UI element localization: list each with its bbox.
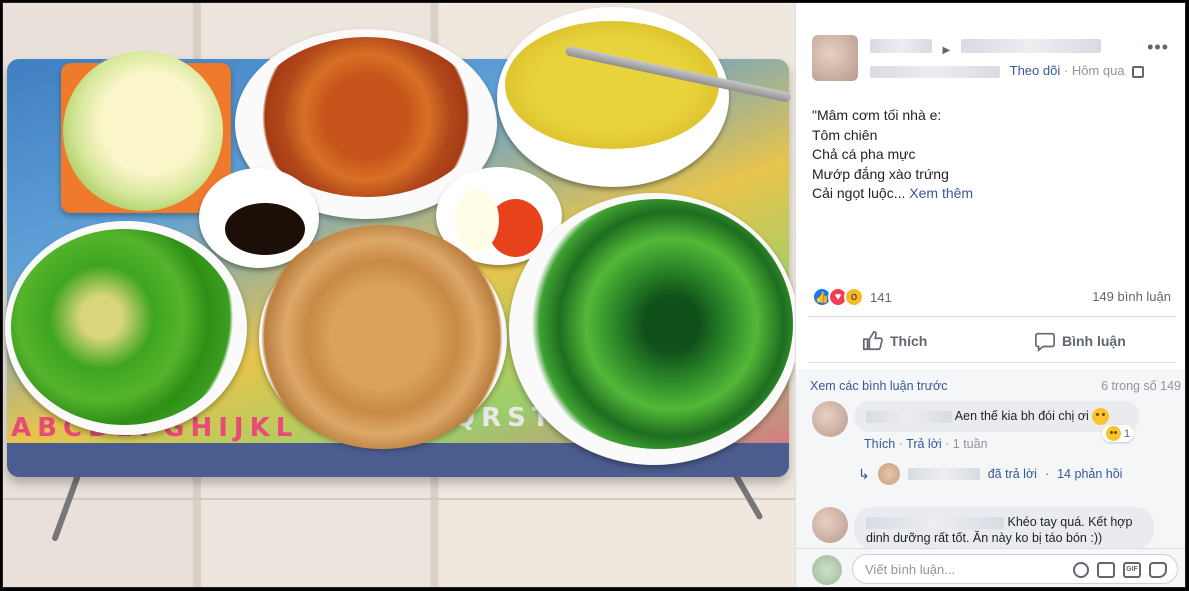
commenter-name-obscured[interactable] bbox=[866, 516, 1004, 529]
comment-reaction-count: 1 bbox=[1124, 427, 1131, 440]
comment-input-icons: GIF bbox=[1073, 562, 1167, 578]
public-icon bbox=[1132, 65, 1145, 78]
comment-text: Aen thế kia bh đói chị ơi bbox=[954, 409, 1089, 423]
table-leg bbox=[51, 474, 81, 542]
gif-icon[interactable]: GIF bbox=[1123, 562, 1141, 578]
comment-bubble: Khéo tay quá. Kết hợp dinh dưỡng rất tốt… bbox=[854, 507, 1154, 549]
separator-dot: · bbox=[1044, 467, 1050, 481]
post-line: Mướp đắng xào trứng bbox=[812, 165, 949, 182]
comment-button[interactable]: Bình luận bbox=[1034, 323, 1126, 359]
post-panel: ▶ Theo dõi · Hôm qua ••• "Mâm cơm tối nh… bbox=[795, 3, 1185, 587]
post-line: "Mâm cơm tối nhà e: bbox=[812, 107, 942, 123]
author-avatar[interactable] bbox=[812, 35, 858, 81]
divider bbox=[808, 362, 1176, 363]
meta-separator: · bbox=[1063, 63, 1069, 78]
commenter-name-obscured[interactable] bbox=[866, 410, 952, 423]
see-more-link[interactable]: Xem thêm bbox=[909, 185, 973, 201]
replied-label: đã trả lời bbox=[987, 467, 1037, 481]
comment-like-link[interactable]: Thích bbox=[864, 437, 895, 451]
comment-count-link[interactable]: 149 bình luận bbox=[1092, 289, 1171, 304]
more-icon[interactable]: ••• bbox=[1147, 37, 1169, 58]
like-icon bbox=[863, 331, 883, 351]
post-meta: Theo dõi · Hôm qua bbox=[870, 63, 1145, 78]
comment-label: Bình luận bbox=[1062, 333, 1126, 349]
replies-count: 14 phản hồi bbox=[1057, 467, 1123, 481]
screenshot-frame: ABCDEFGHIJKL QRST ▶ bbox=[2, 2, 1186, 588]
floor-tile-line bbox=[3, 498, 795, 500]
post-line: Cải ngọt luộc... bbox=[812, 185, 906, 201]
post-photo[interactable]: ABCDEFGHIJKL QRST bbox=[3, 3, 795, 587]
replier-avatar bbox=[877, 463, 900, 485]
author-name-obscured[interactable]: ▶ bbox=[870, 39, 1170, 56]
smile-emoji-icon bbox=[1092, 408, 1110, 426]
view-previous-comments-link[interactable]: Xem các bình luận trước bbox=[810, 379, 947, 393]
replies-summary[interactable]: ↳ đã trả lời · 14 phản hồi bbox=[858, 463, 1122, 485]
like-button[interactable]: Thích bbox=[862, 323, 927, 359]
sticker-icon[interactable] bbox=[1149, 562, 1167, 578]
soy-sauce bbox=[225, 203, 305, 255]
comment-time[interactable]: 1 tuần bbox=[953, 437, 988, 451]
comment-actions: Thích · Trả lời · 1 tuần bbox=[864, 437, 988, 451]
comment-icon bbox=[1035, 332, 1055, 352]
comment-bubble: Aen thế kia bh đói chị ơi bbox=[854, 401, 1140, 433]
mayonnaise bbox=[455, 189, 499, 251]
post-line: Chả cá pha mực bbox=[812, 146, 916, 162]
commenter-avatar[interactable] bbox=[812, 507, 848, 543]
soup bbox=[505, 21, 719, 149]
group-name-obscured[interactable] bbox=[870, 65, 1000, 78]
current-user-avatar bbox=[812, 555, 842, 585]
reaction-count: 141 bbox=[870, 289, 892, 305]
post-line: Tôm chiên bbox=[812, 126, 878, 143]
comment-reply-link[interactable]: Trả lời bbox=[906, 437, 942, 451]
apple-slices bbox=[63, 51, 223, 211]
boiled-greens bbox=[523, 199, 793, 449]
reply-arrow-icon: ↳ bbox=[858, 465, 870, 482]
post-text: "Mâm cơm tối nhà e: Tôm chiên Chả cá pha… bbox=[812, 106, 1172, 204]
fish-cakes bbox=[257, 225, 507, 449]
emoji-icon[interactable] bbox=[1073, 562, 1089, 578]
comments-shown-count: 6 trong số 149 bbox=[1101, 379, 1181, 393]
comment-reaction-badge[interactable]: 1 bbox=[1102, 425, 1135, 442]
triangle-right-icon: ▶ bbox=[942, 45, 951, 56]
bitter-melon-egg bbox=[11, 229, 237, 425]
reactions-summary[interactable]: 👍 ♥ o 141 bbox=[812, 287, 892, 307]
wow-reaction-icon: o bbox=[844, 287, 864, 307]
haha-emoji-icon bbox=[1106, 426, 1121, 441]
commenter-avatar[interactable] bbox=[812, 401, 848, 437]
follow-link[interactable]: Theo dõi bbox=[1010, 63, 1061, 78]
divider bbox=[808, 316, 1176, 317]
like-label: Thích bbox=[890, 333, 928, 349]
camera-icon[interactable] bbox=[1097, 562, 1115, 578]
post-time[interactable]: Hôm qua bbox=[1072, 63, 1125, 78]
replier-name-obscured bbox=[907, 468, 980, 480]
